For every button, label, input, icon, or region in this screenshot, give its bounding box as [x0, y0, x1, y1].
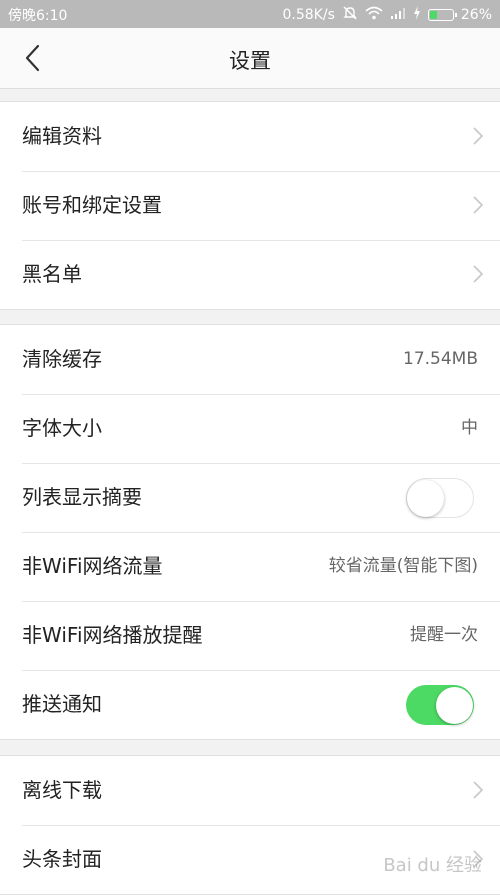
network-speed: 0.58K/s	[282, 7, 335, 23]
settings-item-label: 黑名单	[22, 262, 82, 286]
settings-group-general: 清除缓存 17.54MB 字体大小 中 列表显示摘要 非WiFi网络流量 较省流…	[0, 324, 500, 740]
settings-item-push-notification: 推送通知	[0, 670, 500, 739]
status-bar: 傍晚6:10 0.58K/s 26%	[0, 0, 500, 28]
playback-reminder-value: 提醒一次	[410, 625, 478, 645]
toggle-knob	[407, 480, 444, 517]
settings-item-label: 推送通知	[22, 692, 102, 716]
wifi-icon	[365, 6, 383, 24]
cache-size-value: 17.54MB	[403, 349, 478, 369]
push-notification-toggle[interactable]	[406, 685, 474, 725]
settings-item-non-wifi-playback[interactable]: 非WiFi网络播放提醒 提醒一次	[0, 601, 500, 670]
mute-icon	[342, 5, 358, 25]
chevron-right-icon	[473, 265, 484, 283]
battery-percent: 26%	[460, 7, 492, 23]
settings-item-edit-profile[interactable]: 编辑资料	[0, 102, 500, 171]
list-summary-toggle[interactable]	[406, 478, 474, 518]
settings-item-label: 非WiFi网络流量	[22, 554, 163, 578]
settings-item-label: 编辑资料	[22, 124, 102, 148]
settings-item-label: 清除缓存	[22, 347, 102, 371]
settings-item-list-summary: 列表显示摘要	[0, 463, 500, 532]
settings-item-account-binding[interactable]: 账号和绑定设置	[0, 171, 500, 240]
settings-item-label: 列表显示摘要	[22, 485, 142, 509]
nav-bar: 设置	[0, 28, 500, 89]
settings-item-non-wifi-traffic[interactable]: 非WiFi网络流量 较省流量(智能下图)	[0, 532, 500, 601]
chevron-right-icon	[473, 127, 484, 145]
settings-item-label: 账号和绑定设置	[22, 193, 162, 217]
signal-icon	[390, 7, 406, 23]
settings-item-label: 头条封面	[22, 847, 102, 871]
toggle-knob	[436, 686, 473, 724]
charging-icon	[413, 6, 421, 24]
settings-item-label: 字体大小	[22, 416, 102, 440]
traffic-mode-value: 较省流量(智能下图)	[328, 556, 478, 576]
chevron-right-icon	[473, 196, 484, 214]
settings-item-label: 非WiFi网络播放提醒	[22, 623, 203, 647]
settings-item-blacklist[interactable]: 黑名单	[0, 240, 500, 309]
font-size-value: 中	[461, 418, 478, 438]
settings-group-profile: 编辑资料 账号和绑定设置 黑名单	[0, 101, 500, 310]
chevron-right-icon	[473, 781, 484, 799]
settings-item-font-size[interactable]: 字体大小 中	[0, 394, 500, 463]
settings-item-offline-download[interactable]: 离线下载	[0, 756, 500, 825]
watermark: Bai du 经验	[383, 855, 482, 876]
page-title: 设置	[229, 49, 271, 73]
settings-item-label: 离线下载	[22, 778, 102, 802]
status-time: 傍晚6:10	[8, 8, 68, 24]
settings-item-clear-cache[interactable]: 清除缓存 17.54MB	[0, 325, 500, 394]
battery-icon	[427, 9, 457, 21]
status-icons: 0.58K/s 26%	[282, 5, 492, 25]
